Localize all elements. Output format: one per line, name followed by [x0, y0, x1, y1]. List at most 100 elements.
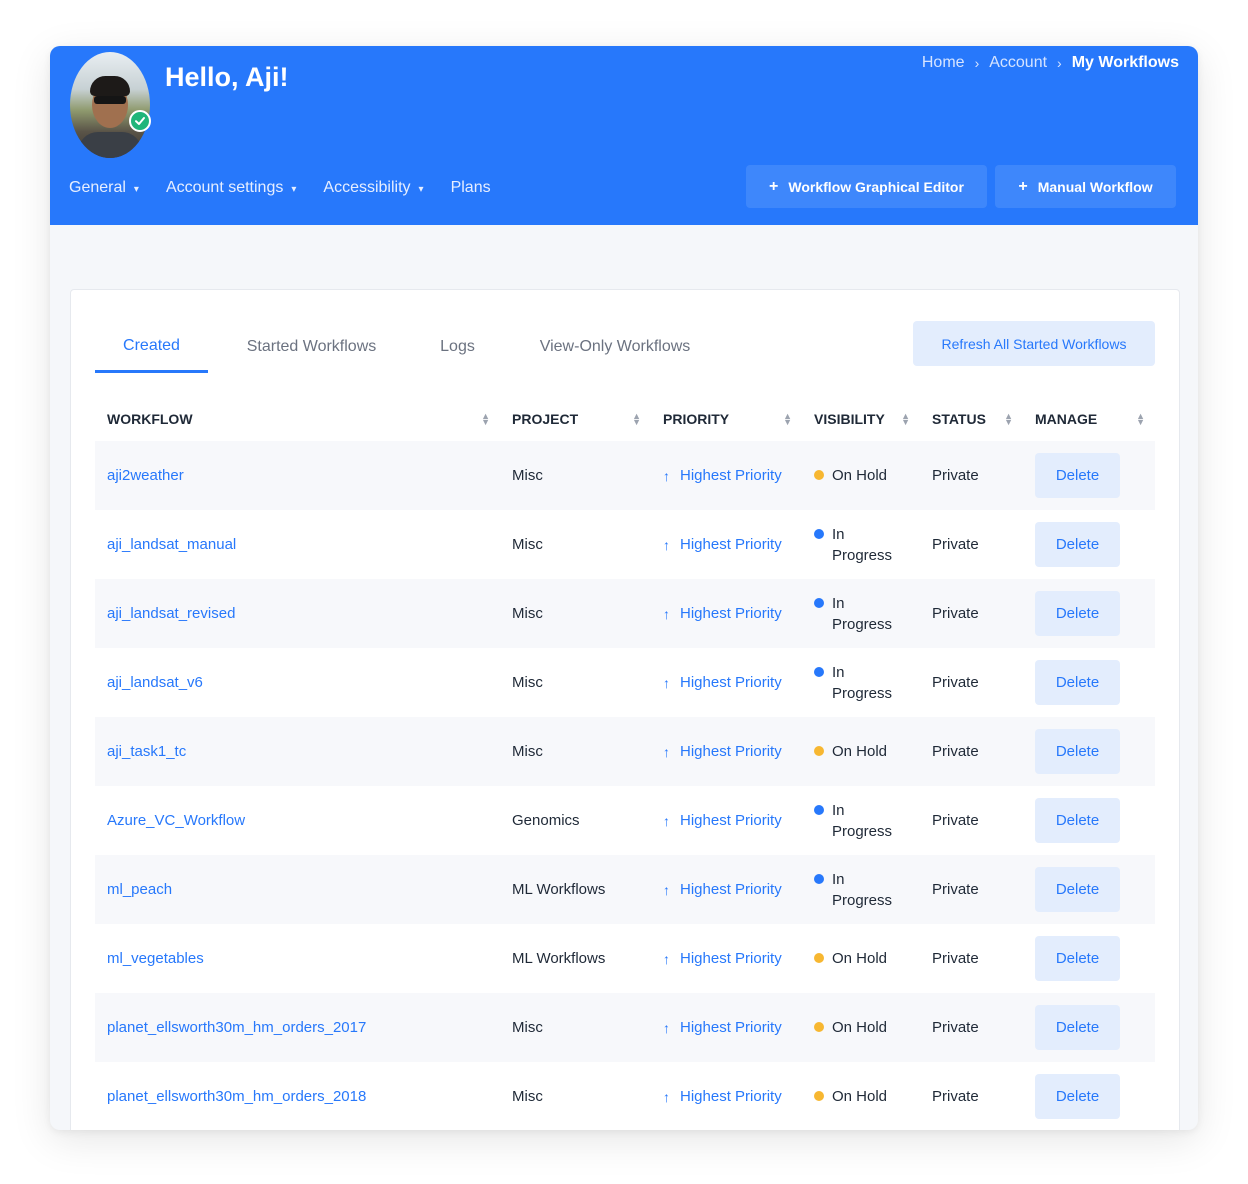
visibility-indicator: In Progress	[814, 869, 900, 911]
manual-workflow-button[interactable]: + Manual Workflow	[995, 165, 1176, 208]
visibility-label: On Hold	[832, 467, 888, 484]
table-row: aji2weather Misc ↑ Highest Priority On Hold P…	[95, 441, 1155, 510]
tab-started-workflows[interactable]: Started Workflows	[208, 321, 415, 373]
workflow-graphical-editor-button[interactable]: + Workflow Graphical Editor	[746, 165, 987, 208]
breadcrumb-current: My Workflows	[1071, 54, 1179, 71]
table-row: ml_vegetables ML Workflows ↑ Highest Priori…	[95, 924, 1155, 993]
column-header-manage[interactable]: MANAGE ▲ ▼	[1023, 396, 1155, 441]
visibility-cell: On Hold	[802, 1062, 920, 1130]
delete-button[interactable]: Delete	[1035, 660, 1120, 705]
status-dot-icon	[814, 470, 824, 480]
visibility-label: In Progress	[832, 663, 893, 702]
table-row: ml_peach ML Workflows ↑ Highest Priority In …	[95, 855, 1155, 924]
nav-general[interactable]: General ▾	[69, 179, 139, 197]
visibility-indicator: On Hold	[814, 948, 900, 969]
refresh-started-workflows-button[interactable]: Refresh All Started Workflows	[913, 321, 1155, 366]
status-dot-icon	[814, 1091, 824, 1101]
manage-cell: Delete	[1023, 855, 1155, 924]
delete-button[interactable]: Delete	[1035, 591, 1120, 636]
column-header-status[interactable]: STATUS ▲ ▼	[920, 396, 1023, 441]
visibility-indicator: In Progress	[814, 524, 900, 566]
arrow-up-icon: ↑	[663, 1019, 670, 1036]
visibility-indicator: In Progress	[814, 593, 900, 635]
delete-button[interactable]: Delete	[1035, 522, 1120, 567]
workflow-link[interactable]: aji_landsat_revised	[95, 579, 500, 648]
arrow-up-icon: ↑	[663, 467, 670, 484]
visibility-label: On Hold	[832, 743, 888, 760]
column-header-workflow[interactable]: WORKFLOW ▲ ▼	[95, 396, 500, 441]
arrow-up-icon: ↑	[663, 1088, 670, 1105]
column-header-priority[interactable]: PRIORITY ▲ ▼	[651, 396, 802, 441]
column-label: STATUS	[932, 410, 986, 427]
workflow-link[interactable]: planet_ellsworth30m_hm_orders_2017	[95, 993, 500, 1062]
breadcrumb-account[interactable]: Account	[989, 54, 1047, 72]
column-header-project[interactable]: PROJECT ▲ ▼	[500, 396, 651, 441]
status-dot-icon	[814, 597, 824, 608]
workflow-link[interactable]: Azure_VC_Workflow	[95, 786, 500, 855]
project-cell: ML Workflows	[512, 950, 606, 967]
visibility-cell: On Hold	[802, 441, 920, 510]
project-cell: Misc	[512, 536, 543, 553]
workflow-link[interactable]: aji_landsat_v6	[95, 648, 500, 717]
sort-icon: ▲ ▼	[632, 410, 641, 427]
project-cell: ML Workflows	[512, 881, 606, 898]
status-cell: Private	[932, 605, 979, 622]
column-header-visibility[interactable]: VISIBILITY ▲ ▼	[802, 396, 920, 441]
workflows-card: Created Started Workflows Logs View-Only…	[70, 289, 1180, 1130]
delete-button[interactable]: Delete	[1035, 1074, 1120, 1119]
project-cell: Misc	[512, 1088, 543, 1105]
delete-button[interactable]: Delete	[1035, 729, 1120, 774]
workflow-link[interactable]: aji_landsat_manual	[95, 510, 500, 579]
table-header: WORKFLOW ▲ ▼ PROJECT ▲ ▼ PRIORITY ▲ ▼ VISIB…	[95, 396, 1155, 441]
chevron-down-icon: ▾	[133, 183, 139, 195]
visibility-cell: In Progress	[802, 510, 920, 579]
status-cell: Private	[932, 881, 979, 898]
arrow-up-icon: ↑	[663, 881, 670, 898]
priority-cell: ↑ Highest Priority	[651, 786, 802, 855]
priority-label: Highest Priority	[680, 674, 782, 691]
sort-icon: ▲ ▼	[1136, 410, 1145, 427]
avatar[interactable]	[70, 52, 150, 158]
profile-header: Hello, Aji! Home › Account › My Workflow…	[50, 46, 1198, 225]
workflow-link[interactable]: planet_ellsworth30m_hm_orders_2018	[95, 1062, 500, 1130]
visibility-label: In Progress	[832, 801, 893, 840]
nav-account-settings[interactable]: Account settings ▾	[166, 179, 296, 197]
status-cell: Private	[932, 743, 979, 760]
column-label: VISIBILITY	[814, 410, 885, 427]
avatar-glasses	[94, 96, 126, 104]
verified-badge	[129, 110, 151, 132]
arrow-up-icon: ↑	[663, 536, 670, 553]
delete-button[interactable]: Delete	[1035, 1005, 1120, 1050]
delete-button[interactable]: Delete	[1035, 798, 1120, 843]
delete-button[interactable]: Delete	[1035, 936, 1120, 981]
column-label: WORKFLOW	[107, 410, 193, 427]
delete-button[interactable]: Delete	[1035, 867, 1120, 912]
tab-view-only-workflows[interactable]: View-Only Workflows	[500, 321, 730, 373]
status-dot-icon	[814, 528, 824, 539]
chevron-right-icon: ›	[1057, 55, 1062, 71]
delete-button[interactable]: Delete	[1035, 453, 1120, 498]
nav-accessibility[interactable]: Accessibility ▾	[323, 179, 423, 197]
status-dot-icon	[814, 666, 824, 677]
tab-created[interactable]: Created	[95, 321, 208, 373]
manage-cell: Delete	[1023, 579, 1155, 648]
greeting-title: Hello, Aji!	[165, 62, 289, 92]
sort-icon: ▲ ▼	[901, 410, 910, 427]
priority-cell: ↑ Highest Priority	[651, 648, 802, 717]
plus-icon: +	[1018, 177, 1028, 195]
workflow-link[interactable]: ml_vegetables	[95, 924, 500, 993]
nav-label: Account settings	[165, 179, 284, 196]
project-cell: Misc	[512, 1019, 543, 1036]
breadcrumb-home[interactable]: Home	[922, 54, 965, 72]
visibility-cell: In Progress	[802, 648, 920, 717]
status-cell: Private	[932, 950, 979, 967]
priority-cell: ↑ Highest Priority	[651, 993, 802, 1062]
priority-label: Highest Priority	[680, 950, 782, 967]
workflow-link[interactable]: ml_peach	[95, 855, 500, 924]
tab-logs[interactable]: Logs	[415, 321, 500, 373]
priority-cell: ↑ Highest Priority	[651, 510, 802, 579]
workflow-link[interactable]: aji2weather	[95, 441, 500, 510]
visibility-cell: In Progress	[802, 579, 920, 648]
nav-plans[interactable]: Plans	[451, 179, 491, 197]
workflow-link[interactable]: aji_task1_tc	[95, 717, 500, 786]
